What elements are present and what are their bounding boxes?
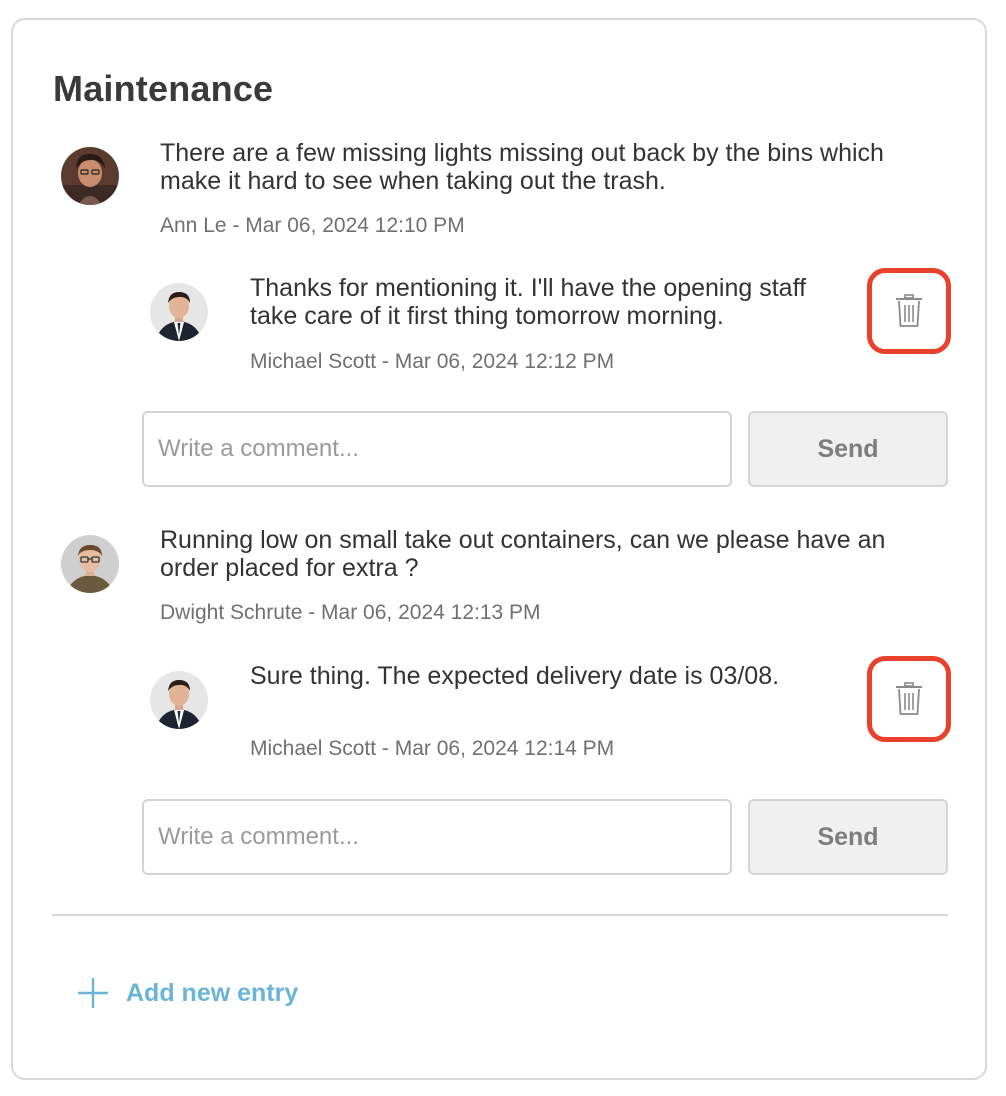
avatar-michael-scott	[150, 283, 208, 341]
reply-meta: Michael Scott - Mar 06, 2024 12:12 PM	[250, 350, 615, 373]
send-button[interactable]: Send	[748, 411, 948, 487]
section-title: Maintenance	[53, 68, 274, 109]
comment-input[interactable]	[142, 799, 732, 875]
comment-input[interactable]	[142, 411, 732, 487]
divider	[52, 914, 948, 916]
plus-icon	[78, 978, 108, 1008]
trash-icon	[896, 294, 922, 327]
avatar-ann-le	[61, 147, 119, 205]
avatar-dwight-schrute	[61, 535, 119, 593]
send-button[interactable]: Send	[748, 799, 948, 875]
delete-reply-button[interactable]	[867, 656, 951, 742]
delete-reply-button[interactable]	[867, 268, 951, 354]
trash-icon	[896, 682, 922, 715]
post-text: There are a few missing lights missing o…	[160, 139, 884, 195]
add-new-entry-label: Add new entry	[126, 978, 299, 1007]
add-new-entry-button[interactable]: Add new entry	[76, 976, 298, 1010]
reply-text: Thanks for mentioning it. I'll have the …	[250, 274, 807, 330]
post-meta: Dwight Schrute - Mar 06, 2024 12:13 PM	[160, 601, 541, 624]
reply-meta: Michael Scott - Mar 06, 2024 12:14 PM	[250, 737, 615, 760]
post-meta: Ann Le - Mar 06, 2024 12:10 PM	[160, 214, 465, 237]
avatar-michael-scott	[150, 671, 208, 729]
reply-text: Sure thing. The expected delivery date i…	[250, 662, 780, 690]
post-text: Running low on small take out containers…	[160, 526, 886, 582]
